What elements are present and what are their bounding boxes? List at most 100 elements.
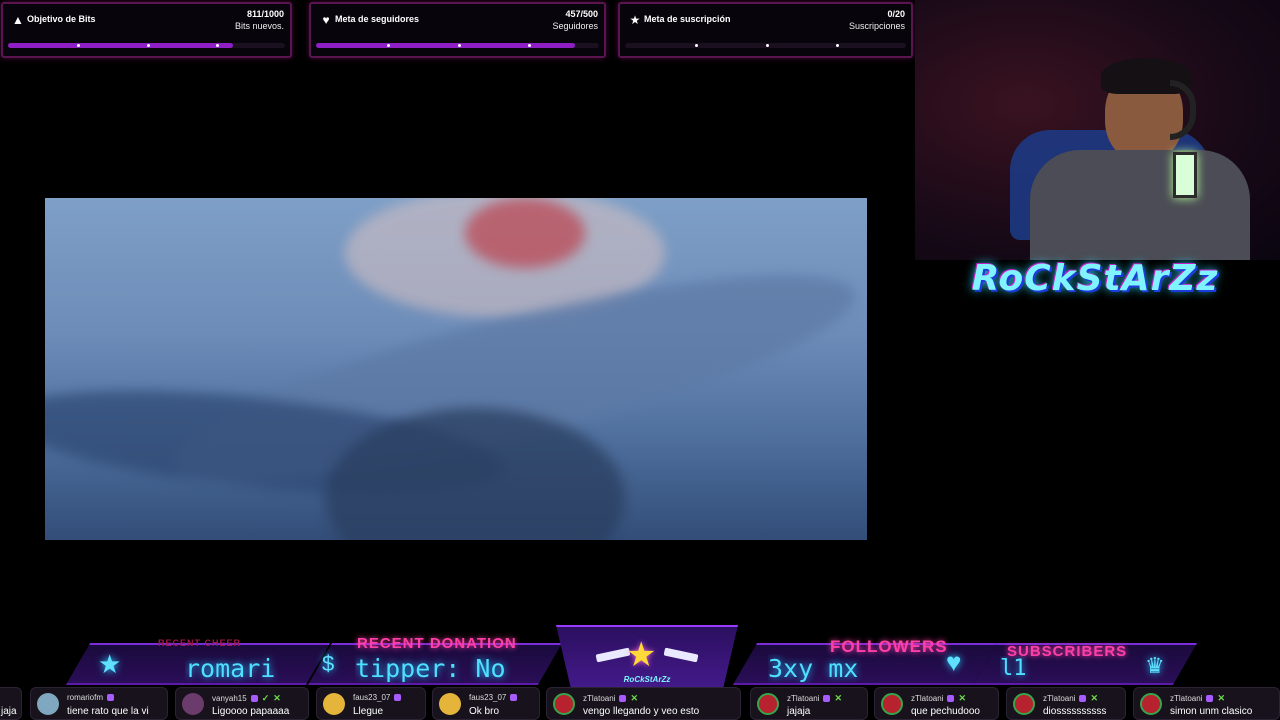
subscriber-badge-icon — [1079, 695, 1087, 703]
avatar — [757, 693, 779, 715]
chat-username-text: zTlatoani — [1043, 694, 1076, 703]
chat-message: zTlatoani ✕ que pechudooo — [874, 687, 999, 720]
avatar — [1140, 693, 1162, 715]
chat-text: Ligoooo papaaaa — [212, 706, 290, 717]
wing-right-icon — [663, 647, 699, 663]
chat-text: vengo llegando y veo esto — [583, 706, 700, 717]
chat-username-text: zTlatoani — [911, 694, 944, 703]
chat-username-text: vanyah15 — [212, 694, 247, 703]
check-badge-icon: ✓ — [261, 693, 270, 703]
chat-message: vanyah15 ✓ ✕ Ligoooo papaaaa — [175, 687, 309, 720]
progress-marker — [835, 44, 839, 47]
goal-progress-track — [8, 43, 285, 48]
chat-text: jaja — [1, 706, 17, 717]
recent-cheer-text: romari — [185, 654, 276, 683]
video-frame-shape — [465, 198, 585, 268]
progress-marker — [146, 44, 150, 47]
recent-cheer-title: RECENT CHEER — [158, 638, 242, 648]
avatar — [323, 693, 345, 715]
subscriber-badge-icon — [947, 695, 955, 703]
webcam-light-tube — [1173, 152, 1197, 198]
x-badge-icon: ✕ — [630, 693, 639, 703]
goal-progress-track — [316, 43, 599, 48]
goal-title: Meta de seguidores — [335, 14, 420, 24]
chat-username: zTlatoani ✕ — [1043, 693, 1098, 704]
followers-text: 3xy mx — [768, 654, 859, 683]
chat-text: Ok bro — [469, 706, 500, 717]
chat-username: romariofm — [67, 693, 115, 702]
chat-message: faus23_07 Ok bro — [432, 687, 540, 720]
subscriber-badge-icon — [250, 695, 258, 703]
chat-username: zTlatoani ✕ — [1170, 693, 1225, 704]
recent-donation-text: tipper: No — [355, 654, 506, 683]
channel-brand-logo: RoCkStArZz — [971, 258, 1219, 299]
chat-text: simon unm clasico — [1170, 706, 1253, 717]
star-icon: ★ — [98, 649, 122, 679]
channel-emblem: ★ RoCkStArZz — [556, 625, 738, 687]
goal-progress-track — [625, 43, 906, 48]
goal-progress-fill — [316, 43, 575, 48]
chat-text: diossssssssss — [1043, 706, 1107, 717]
chat-text: tiene rato que la vi — [67, 706, 149, 717]
x-badge-icon: ✕ — [1090, 693, 1099, 703]
x-badge-icon: ✕ — [958, 693, 967, 703]
progress-marker — [457, 44, 461, 47]
avatar — [1013, 693, 1035, 715]
trophy-icon: ♛ — [1145, 653, 1165, 678]
video-player[interactable] — [45, 198, 867, 540]
chat-username-text: faus23_07 — [353, 693, 391, 702]
goal-progress-fill — [8, 43, 233, 48]
avatar — [553, 693, 575, 715]
subscriber-badge-icon — [1206, 695, 1214, 703]
progress-marker — [695, 44, 699, 47]
subscriber-badge-icon — [107, 694, 115, 702]
money-icon: $ — [322, 651, 335, 676]
subscriber-badge-icon — [510, 694, 518, 702]
chat-message: zTlatoani ✕ vengo llegando y veo esto — [546, 687, 741, 720]
chat-message: zTlatoani ✕ jajaja — [750, 687, 868, 720]
emblem-brand-text: RoCkStArZz — [623, 675, 671, 684]
chat-username: faus23_07 — [469, 693, 518, 702]
subscriber-badge-icon — [394, 694, 402, 702]
chat-text: Llegue — [353, 706, 384, 717]
goal-count: 811/1000 — [246, 9, 284, 19]
chat-username-text: zTlatoani — [1170, 694, 1203, 703]
goal-title: Meta de suscripción — [644, 14, 731, 24]
chat-username: zTlatoani ✕ — [911, 693, 966, 704]
webcam-headset — [1170, 80, 1196, 140]
chat-message: zTlatoani ✕ diossssssssss — [1006, 687, 1126, 720]
chat-message: faus23_07 Llegue — [316, 687, 426, 720]
chat-text: jajaja — [787, 706, 811, 717]
chat-message: jaja — [0, 687, 22, 720]
heart-icon: ♥ — [322, 13, 330, 27]
x-badge-icon: ✕ — [1217, 693, 1226, 703]
chat-username: faus23_07 — [353, 693, 402, 702]
chat-username-text: faus23_07 — [469, 693, 507, 702]
subscription-goal-widget: ★ Meta de suscripción 0/20 Suscripciones — [618, 2, 913, 58]
webcam-feed — [915, 0, 1280, 260]
subscriber-badge-icon — [823, 695, 831, 703]
x-badge-icon: ✕ — [834, 693, 843, 703]
avatar — [439, 693, 461, 715]
chat-username-text: zTlatoani — [583, 694, 616, 703]
bits-goal-widget: ▲ Objetivo de Bits 811/1000 Bits nuevos. — [1, 2, 292, 58]
recent-donation-title: RECENT DONATION — [357, 635, 517, 652]
bits-icon: ▲ — [12, 13, 24, 27]
subscriber-badge-icon — [619, 695, 627, 703]
avatar — [182, 693, 204, 715]
goal-subtitle: Seguidores — [552, 21, 598, 31]
x-badge-icon: ✕ — [273, 693, 281, 703]
goal-subtitle: Bits nuevos. — [234, 21, 284, 31]
goal-count: 457/500 — [565, 9, 598, 19]
chat-message: romariofm tiene rato que la vi — [30, 687, 168, 720]
chat-text: que pechudooo — [911, 706, 980, 717]
alerts-ribbon: ★ RECENT CHEER romari $ RECENT DONATION … — [0, 625, 1280, 687]
goal-count: 0/20 — [887, 9, 905, 19]
chat-username: zTlatoani ✕ — [787, 693, 842, 704]
chat-message: zTlatoani ✕ simon unm clasico — [1133, 687, 1280, 720]
avatar — [37, 693, 59, 715]
avatar — [881, 693, 903, 715]
chat-username-text: romariofm — [67, 693, 104, 702]
chat-username-text: zTlatoani — [787, 694, 820, 703]
chat-strip: jaja romariofm tiene rato que la vi vany… — [0, 687, 1280, 720]
